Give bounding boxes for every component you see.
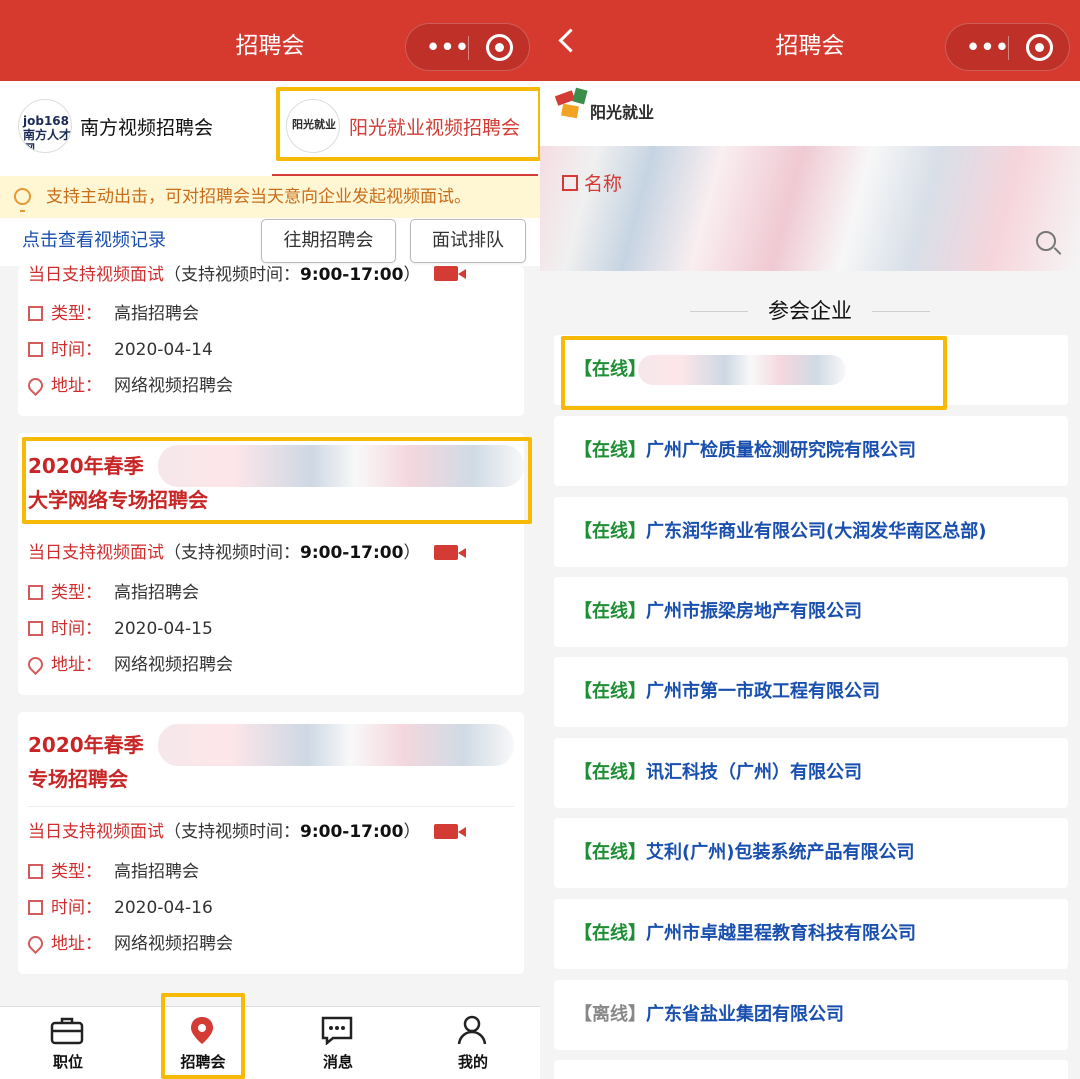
fair-card-1-type: 类型： 高指招聘会 <box>28 302 199 326</box>
bottom-tab-mine[interactable]: 我的 <box>433 1013 513 1073</box>
company-item-5[interactable]: 【在线】广州市第一市政工程有限公司 <box>554 657 1068 727</box>
calendar-icon <box>28 342 43 357</box>
right-mini-program-capsule[interactable]: ••• <box>945 23 1070 71</box>
video-camera-icon <box>434 824 466 839</box>
left-nav-bar: 招聘会 ••• <box>0 0 540 81</box>
fair-card-1-support: 当日支持视频面试（支持视频时间：9:00-17:00） <box>28 265 421 285</box>
company-status: 【在线】 <box>574 601 646 622</box>
right-screen: 招聘会 ••• 阳光就业 名称 参会企业 【在线】 【在线】广州广检质量检测研究… <box>540 0 1080 1079</box>
company-name: 广州市振梁房地产有限公司 <box>646 601 862 622</box>
grid-icon <box>28 585 43 600</box>
company-status: 【在线】 <box>574 762 646 783</box>
sunshine-logo-text: 阳光就业 <box>590 103 655 122</box>
chat-icon <box>321 1016 353 1045</box>
company-item-3[interactable]: 【在线】广东润华商业有限公司(大润发华南区总部) <box>554 497 1068 567</box>
fair-card-3-support: 当日支持视频面试（支持视频时间：9:00-17:00） <box>28 822 421 842</box>
fair-card-2-date: 时间： 2020-04-15 <box>28 617 213 641</box>
section-line-right <box>872 311 930 312</box>
fair-card-2-address: 地址： 网络视频招聘会 <box>24 653 233 677</box>
interview-queue-button[interactable]: 面试排队 <box>410 219 526 263</box>
bottom-tab-messages-label: 消息 <box>322 1053 353 1071</box>
fair-card-3-date: 时间： 2020-04-16 <box>28 896 213 920</box>
location-icon <box>24 374 47 397</box>
company-item-6[interactable]: 【在线】讯汇科技（广州）有限公司 <box>554 738 1068 808</box>
company-status: 【在线】 <box>574 681 646 702</box>
grid-icon <box>28 864 43 879</box>
bottom-tab-bar: 职位 招聘会 消息 我的 <box>0 1006 540 1079</box>
bottom-tab-mine-label: 我的 <box>457 1053 488 1071</box>
company-status: 【在线】 <box>574 923 646 944</box>
grid-icon <box>28 306 43 321</box>
sunshine-logo-orange-mark <box>561 103 579 119</box>
highlight-sunshine-tab <box>276 87 540 161</box>
video-camera-icon <box>434 545 466 560</box>
sunshine-logo-green-mark <box>572 87 588 105</box>
company-item-9[interactable]: 【离线】广东省盐业集团有限公司 <box>554 980 1068 1050</box>
close-target-icon[interactable] <box>486 34 513 61</box>
briefcase-icon <box>50 1017 84 1045</box>
fair-card-1-date: 时间： 2020-04-14 <box>28 338 213 362</box>
more-icon[interactable]: ••• <box>964 36 1012 58</box>
blurred-fair-info <box>540 146 1080 271</box>
company-name: 广州市卓越里程教育科技有限公司 <box>646 923 916 944</box>
user-icon <box>457 1015 487 1045</box>
highlight-card-title <box>22 437 532 524</box>
search-icon[interactable] <box>1036 231 1056 251</box>
location-icon <box>24 653 47 676</box>
video-camera-icon <box>434 266 466 281</box>
more-icon[interactable]: ••• <box>424 36 472 58</box>
blurred-title-fragment <box>158 724 514 766</box>
company-item-partial[interactable] <box>554 1060 1068 1079</box>
fair-card-3-address: 地址： 网络视频招聘会 <box>24 932 233 956</box>
company-name: 广州广检质量检测研究院有限公司 <box>646 440 916 461</box>
tab-south-video-fair[interactable]: 南方视频招聘会 <box>80 114 213 142</box>
notice-bar: 支持主动出击，可对招聘会当天意向企业发起视频面试。 <box>0 176 540 218</box>
close-target-icon[interactable] <box>1026 34 1053 61</box>
fair-card-3-type: 类型： 高指招聘会 <box>28 860 199 884</box>
grid-icon <box>562 175 578 191</box>
highlight-fairs-tab <box>161 993 245 1079</box>
company-name: 广东润华商业有限公司(大润发华南区总部) <box>646 521 987 542</box>
calendar-icon <box>28 621 43 636</box>
company-item-7[interactable]: 【在线】艾利(广州)包装系统产品有限公司 <box>554 818 1068 888</box>
company-item-2[interactable]: 【在线】广州广检质量检测研究院有限公司 <box>554 416 1068 486</box>
company-name: 讯汇科技（广州）有限公司 <box>646 762 862 783</box>
location-icon <box>24 932 47 955</box>
fair-card-3-title-line2: 专场招聘会 <box>28 767 128 791</box>
company-name: 广东省盐业集团有限公司 <box>646 1004 844 1025</box>
fair-name-label: 名称 <box>562 170 622 198</box>
south-logo: job168 南方人才网 <box>18 99 72 153</box>
south-logo-text: job168 南方人才网 <box>23 114 72 153</box>
company-item-8[interactable]: 【在线】广州市卓越里程教育科技有限公司 <box>554 899 1068 969</box>
company-name: 艾利(广州)包装系统产品有限公司 <box>646 842 915 863</box>
view-video-records-link[interactable]: 点击查看视频记录 <box>22 228 166 254</box>
company-status: 【在线】 <box>574 440 646 461</box>
fair-card-1-address: 地址： 网络视频招聘会 <box>24 374 233 398</box>
fair-card-1[interactable]: 当日支持视频面试（支持视频时间：9:00-17:00） 类型： 高指招聘会 时间：… <box>18 265 524 416</box>
notice-text: 支持主动出击，可对招聘会当天意向企业发起视频面试。 <box>46 187 471 207</box>
left-mini-program-capsule[interactable]: ••• <box>405 23 530 71</box>
right-nav-bar: 招聘会 ••• <box>540 0 1080 81</box>
bottom-tab-messages[interactable]: 消息 <box>298 1013 378 1073</box>
fair-card-3-title-line1: 2020年春季 <box>28 733 144 757</box>
bottom-tab-jobs[interactable]: 职位 <box>28 1013 108 1073</box>
fair-card-2-type: 类型： 高指招聘会 <box>28 581 199 605</box>
highlight-company-item <box>561 336 947 410</box>
capsule-divider <box>468 36 469 60</box>
capsule-divider <box>1008 36 1009 60</box>
section-title: 参会企业 <box>768 299 852 323</box>
divider <box>28 806 514 807</box>
bottom-tab-jobs-label: 职位 <box>52 1053 83 1071</box>
company-status: 【离线】 <box>574 1004 646 1025</box>
company-status: 【在线】 <box>574 521 646 542</box>
lightbulb-icon <box>14 188 31 212</box>
calendar-icon <box>28 900 43 915</box>
company-status: 【在线】 <box>574 842 646 863</box>
past-fairs-button[interactable]: 往期招聘会 <box>261 219 396 263</box>
left-screen: 招聘会 ••• job168 南方人才网 南方视频招聘会 阳光就业 阳光就业视频… <box>0 0 540 1079</box>
company-name: 广州市第一市政工程有限公司 <box>646 681 880 702</box>
company-item-4[interactable]: 【在线】广州市振梁房地产有限公司 <box>554 577 1068 647</box>
fair-card-3[interactable]: 2020年春季 专场招聘会 当日支持视频面试（支持视频时间：9:00-17:00… <box>18 712 524 974</box>
fair-card-2-support: 当日支持视频面试（支持视频时间：9:00-17:00） <box>28 543 421 563</box>
